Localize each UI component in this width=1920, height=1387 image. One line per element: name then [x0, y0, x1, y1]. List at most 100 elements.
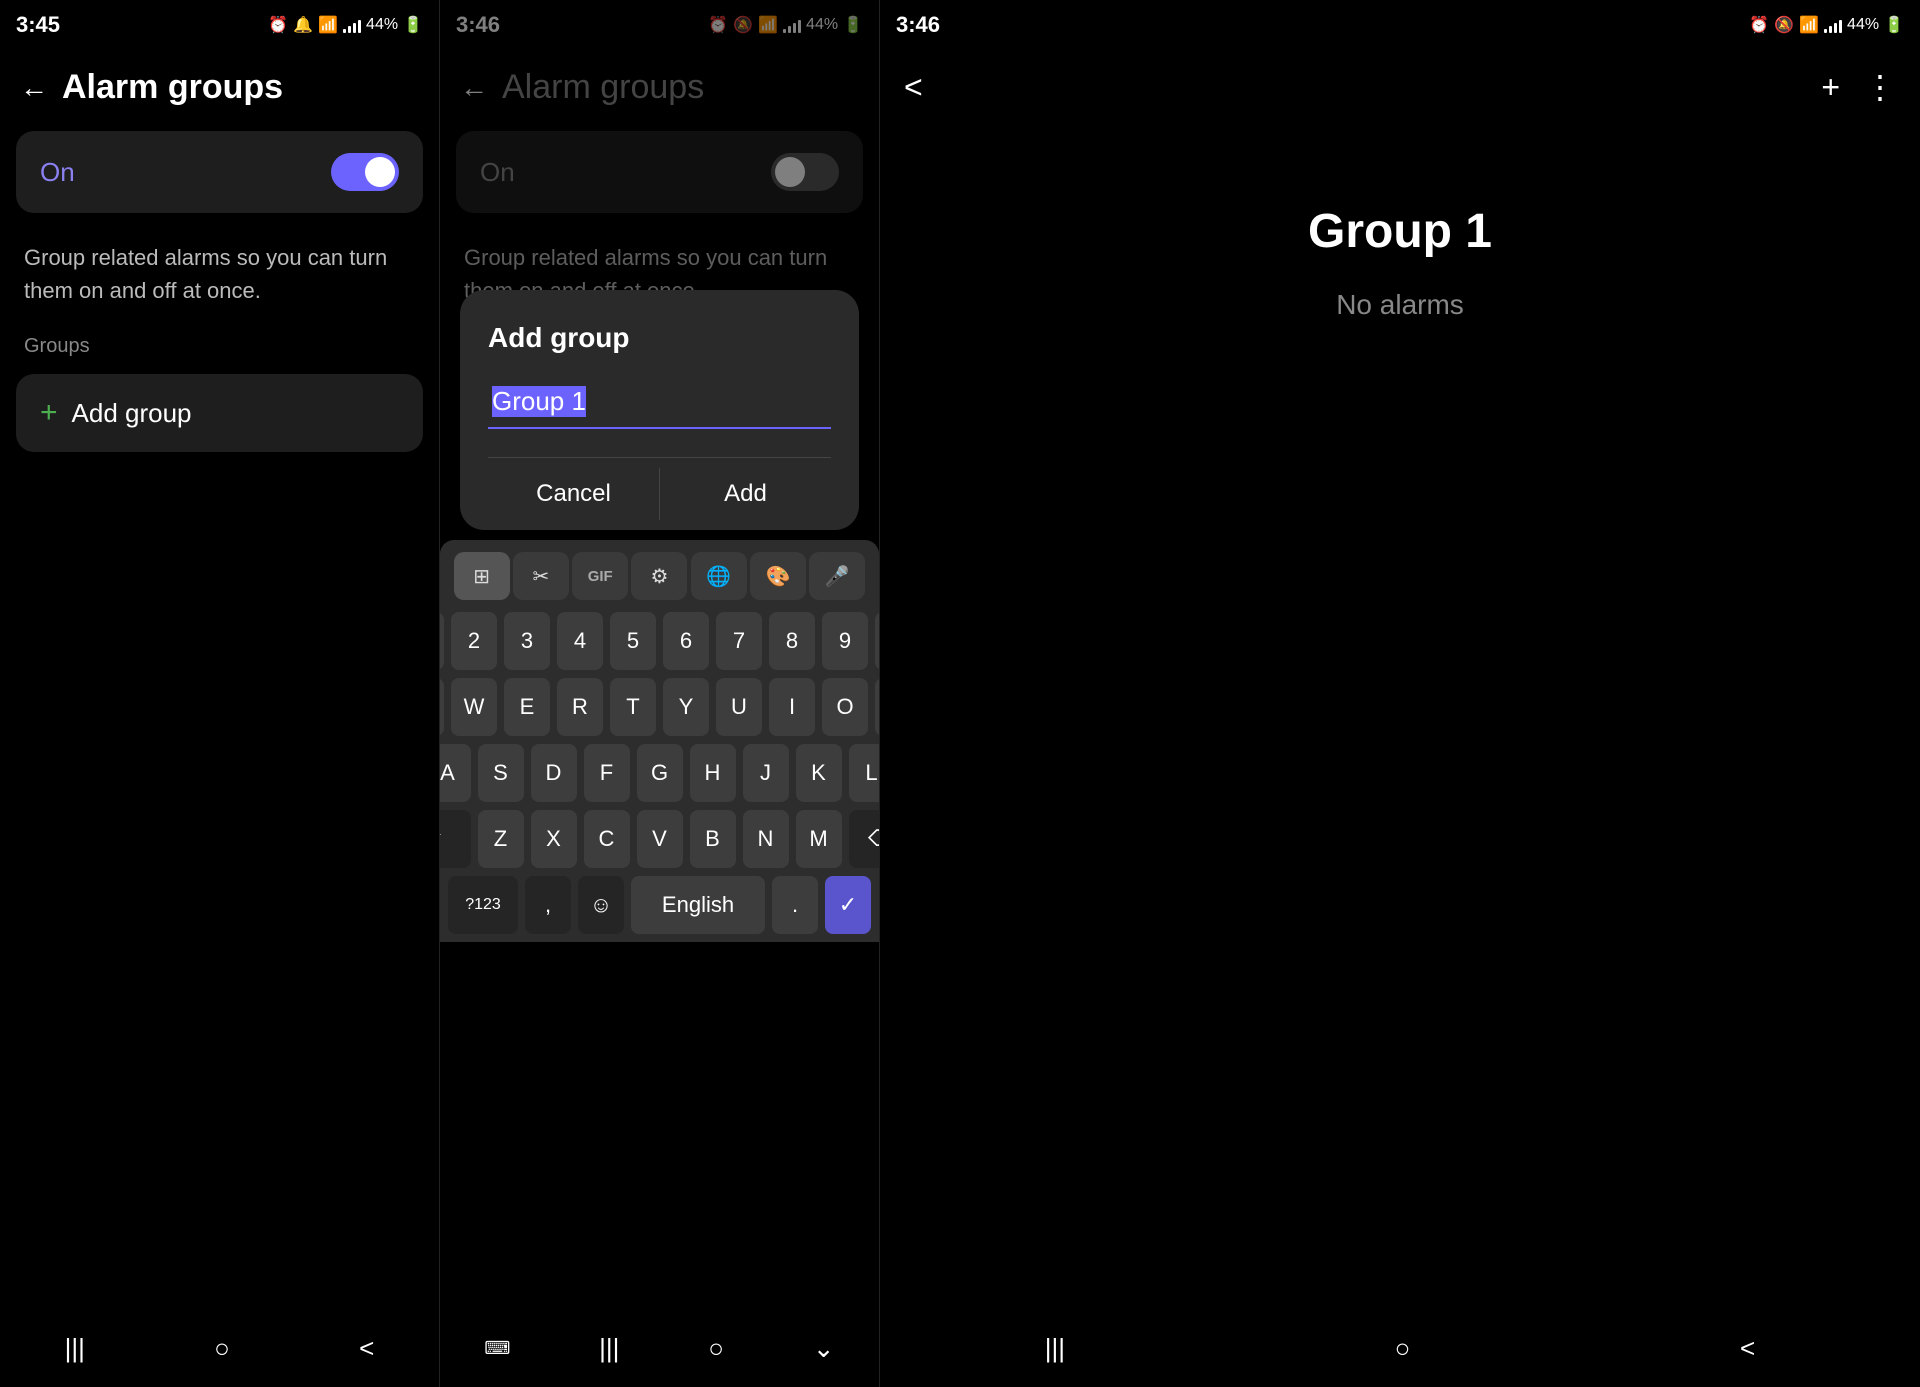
left-add-group-button[interactable]: + Add group	[16, 374, 423, 452]
alarm-icon: ⏰	[268, 15, 288, 35]
left-page-title: Alarm groups	[62, 68, 283, 107]
keyboard-rows: 1 2 3 4 5 6 7 8 9 0 Q W E R T Y	[448, 612, 871, 868]
key-s[interactable]: S	[478, 744, 524, 802]
space-label: English	[662, 892, 734, 918]
key-d[interactable]: D	[531, 744, 577, 802]
right-status-bar: 3:46 ⏰ 🔕 📶 44% 🔋	[880, 0, 1920, 50]
key-1[interactable]: 1	[440, 612, 444, 670]
key-o[interactable]: O	[822, 678, 868, 736]
right-nav-recent[interactable]: |||	[1025, 1323, 1085, 1374]
right-signal-bars	[1824, 17, 1842, 33]
key-j[interactable]: J	[743, 744, 789, 802]
right-nav-bar: ||| ○ <	[880, 1317, 1920, 1387]
notification-icon: 🔔	[293, 15, 313, 35]
key-8[interactable]: 8	[769, 612, 815, 670]
key-row-qwerty: Q W E R T Y U I O P	[448, 678, 871, 736]
keyboard: ⊞ ✂ GIF ⚙ 🌐 🎨 🎤 1 2 3 4 5 6 7 8	[440, 540, 879, 942]
middle-nav-recent[interactable]: |||	[579, 1323, 639, 1374]
key-f[interactable]: F	[584, 744, 630, 802]
key-g[interactable]: G	[637, 744, 683, 802]
key-4[interactable]: 4	[557, 612, 603, 670]
key-space[interactable]: English	[631, 876, 765, 934]
key-y[interactable]: Y	[663, 678, 709, 736]
key-e[interactable]: E	[504, 678, 550, 736]
left-header: ← Alarm groups	[0, 50, 439, 121]
right-battery: 44%	[1847, 16, 1879, 34]
key-v[interactable]: V	[637, 810, 683, 868]
key-i[interactable]: I	[769, 678, 815, 736]
key-period[interactable]: .	[772, 876, 818, 934]
key-9[interactable]: 9	[822, 612, 868, 670]
left-toggle-switch[interactable]	[331, 153, 399, 191]
left-description: Group related alarms so you can turn the…	[0, 223, 439, 317]
key-z[interactable]: Z	[478, 810, 524, 868]
right-back-button[interactable]: <	[904, 69, 923, 106]
middle-nav-bar: ⌨ ||| ○ ⌄	[440, 1317, 879, 1387]
key-h[interactable]: H	[690, 744, 736, 802]
kb-grid-button[interactable]: ⊞	[454, 552, 510, 600]
key-w[interactable]: W	[451, 678, 497, 736]
right-more-button[interactable]: ⋮	[1864, 68, 1896, 106]
key-c[interactable]: C	[584, 810, 630, 868]
key-k[interactable]: K	[796, 744, 842, 802]
kb-settings-button[interactable]: ⚙	[631, 552, 687, 600]
dialog-cancel-button[interactable]: Cancel	[488, 458, 659, 530]
left-nav-home[interactable]: ○	[194, 1323, 250, 1374]
dialog-buttons: Cancel Add	[488, 457, 831, 530]
left-toggle-knob	[365, 157, 395, 187]
kb-mic-button[interactable]: 🎤	[809, 552, 865, 600]
key-a[interactable]: A	[440, 744, 471, 802]
left-nav-recent[interactable]: |||	[45, 1323, 105, 1374]
key-2[interactable]: 2	[451, 612, 497, 670]
dialog-add-button[interactable]: Add	[660, 458, 831, 530]
battery-icon: 🔋	[403, 15, 423, 35]
right-panel-actions: + ⋮	[1821, 68, 1896, 106]
key-q[interactable]: Q	[440, 678, 444, 736]
right-panel-header: < + ⋮	[880, 50, 1920, 124]
key-r[interactable]: R	[557, 678, 603, 736]
key-t[interactable]: T	[610, 678, 656, 736]
kb-gif-button[interactable]: GIF	[572, 552, 628, 600]
wifi-icon: 📶	[318, 15, 338, 35]
right-add-button[interactable]: +	[1821, 69, 1840, 106]
key-b[interactable]: B	[690, 810, 736, 868]
middle-nav-dismiss[interactable]: ⌄	[793, 1323, 855, 1374]
key-comma[interactable]: ,	[525, 876, 571, 934]
key-n[interactable]: N	[743, 810, 789, 868]
key-backspace[interactable]: ⌫	[849, 810, 881, 868]
key-emoji[interactable]: ☺	[578, 876, 624, 934]
kb-palette-button[interactable]: 🎨	[750, 552, 806, 600]
left-toggle-row[interactable]: On	[16, 131, 423, 213]
left-nav-bar: ||| ○ <	[0, 1317, 439, 1387]
left-back-button[interactable]: ←	[20, 72, 48, 104]
key-enter[interactable]: ✓	[825, 876, 871, 934]
key-special[interactable]: ?123	[448, 876, 518, 934]
right-nav-home[interactable]: ○	[1375, 1323, 1431, 1374]
left-section-header: Groups	[0, 317, 439, 368]
right-battery-icon: 🔋	[1884, 15, 1904, 35]
key-l[interactable]: L	[849, 744, 881, 802]
key-5[interactable]: 5	[610, 612, 656, 670]
right-notification-icon: 🔕	[1774, 15, 1794, 35]
right-time: 3:46	[896, 12, 940, 38]
key-x[interactable]: X	[531, 810, 577, 868]
right-group-title: Group 1	[880, 204, 1920, 259]
key-6[interactable]: 6	[663, 612, 709, 670]
right-nav-back[interactable]: <	[1720, 1323, 1775, 1374]
kb-translate-button[interactable]: 🌐	[691, 552, 747, 600]
middle-nav-keyboard[interactable]: ⌨	[464, 1328, 530, 1369]
key-shift[interactable]: ⇧	[440, 810, 471, 868]
right-no-alarms: No alarms	[880, 289, 1920, 321]
key-u[interactable]: U	[716, 678, 762, 736]
left-add-group-label: Add group	[72, 398, 192, 429]
key-3[interactable]: 3	[504, 612, 550, 670]
left-nav-back[interactable]: <	[339, 1323, 394, 1374]
group-name-input[interactable]	[488, 378, 831, 429]
kb-clipboard-button[interactable]: ✂	[513, 552, 569, 600]
key-m[interactable]: M	[796, 810, 842, 868]
left-battery: 44%	[366, 16, 398, 34]
key-7[interactable]: 7	[716, 612, 762, 670]
middle-nav-home[interactable]: ○	[688, 1323, 744, 1374]
key-row-asdf: A S D F G H J K L	[448, 744, 871, 802]
key-row-numbers: 1 2 3 4 5 6 7 8 9 0	[448, 612, 871, 670]
